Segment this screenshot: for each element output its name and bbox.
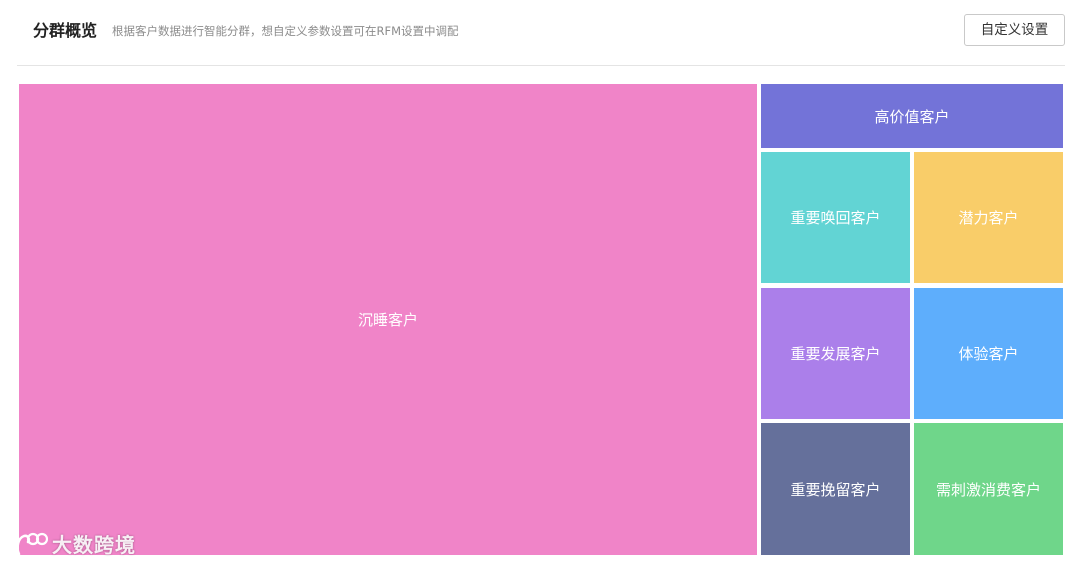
segment-overview-page: 分群概览 根据客户数据进行智能分群，想自定义参数设置可在RFM设置中调配 自定义…	[0, 0, 1080, 564]
segment-tile-dormant[interactable]: 沉睡客户	[19, 84, 757, 555]
segment-tile-retain[interactable]: 重要挽留客户	[761, 423, 910, 555]
segment-label: 沉睡客户	[357, 311, 418, 329]
custom-settings-button[interactable]: 自定义设置	[964, 14, 1065, 46]
segment-label: 潜力客户	[958, 209, 1019, 227]
segment-tile-stimulate[interactable]: 需刺激消费客户	[914, 423, 1063, 555]
segment-label: 需刺激消费客户	[935, 480, 1041, 499]
segment-label: 体验客户	[958, 345, 1019, 363]
header-bar: 分群概览 根据客户数据进行智能分群，想自定义参数设置可在RFM设置中调配 自定义…	[17, 0, 1065, 66]
segment-label: 高价值客户	[874, 107, 950, 126]
segment-tile-trial[interactable]: 体验客户	[914, 288, 1063, 419]
page-subtitle: 根据客户数据进行智能分群，想自定义参数设置可在RFM设置中调配	[112, 24, 459, 38]
segment-tile-develop[interactable]: 重要发展客户	[761, 288, 910, 419]
segment-label: 重要挽留客户	[790, 480, 881, 499]
watermark-text: 大数跨境	[52, 533, 136, 557]
brand-logo-icon	[10, 532, 48, 555]
segment-tile-high-value[interactable]: 高价值客户	[761, 84, 1063, 148]
watermark: 大数跨境	[8, 529, 136, 558]
segment-tile-potential[interactable]: 潜力客户	[914, 152, 1063, 283]
segment-tile-recall[interactable]: 重要唤回客户	[761, 152, 910, 283]
page-title: 分群概览	[33, 21, 98, 40]
segment-label: 重要唤回客户	[790, 209, 881, 227]
segment-label: 重要发展客户	[790, 345, 881, 363]
